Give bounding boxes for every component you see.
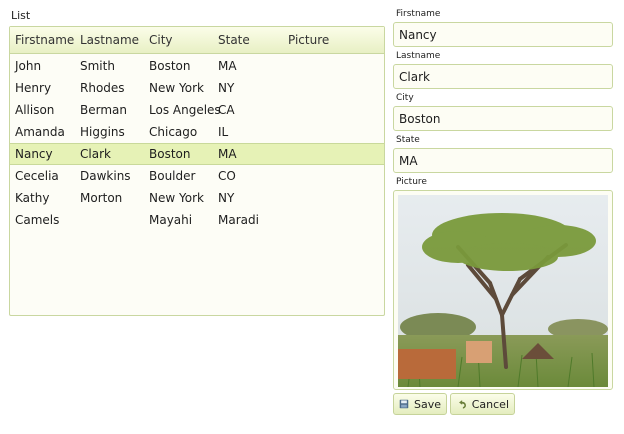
cell-firstname: Cecelia — [15, 169, 59, 183]
cell-firstname: Kathy — [15, 191, 50, 205]
cell-city: Los Angeles — [149, 103, 221, 117]
column-header-lastname[interactable]: Lastname — [80, 33, 149, 47]
cell-city: Boston — [149, 147, 191, 161]
list-title: List — [11, 9, 31, 22]
picture-label: Picture — [396, 177, 427, 187]
cell-state: CA — [218, 103, 235, 117]
cell-firstname: Henry — [15, 81, 52, 95]
save-button[interactable]: Save — [393, 393, 447, 415]
cell-state: NY — [218, 81, 235, 95]
cell-city: Chicago — [149, 125, 198, 139]
cancel-label: Cancel — [471, 397, 509, 411]
table-row[interactable]: Camels Mayahi Maradi — [10, 209, 384, 231]
table-row[interactable]: Henry Rhodes New York NY — [10, 77, 384, 99]
lastname-input[interactable] — [393, 64, 613, 89]
data-grid[interactable]: Firstname Lastname City State Picture Jo… — [9, 26, 385, 316]
cell-city: Boulder — [149, 169, 196, 183]
table-row[interactable]: Amanda Higgins Chicago IL — [10, 121, 384, 143]
cell-firstname: Allison — [15, 103, 55, 117]
cell-city: Boston — [149, 59, 191, 73]
cell-lastname: Dawkins — [80, 169, 131, 183]
column-header-firstname[interactable]: Firstname — [10, 33, 80, 47]
table-row[interactable]: Cecelia Dawkins Boulder CO — [10, 165, 384, 187]
cell-lastname: Morton — [80, 191, 123, 205]
cell-lastname: Clark — [80, 147, 111, 161]
table-row[interactable]: Kathy Morton New York NY — [10, 187, 384, 209]
grid-rows: John Smith Boston MA Henry Rhodes New York NY Al… — [10, 54, 384, 231]
grid-header: Firstname Lastname City State Picture — [10, 27, 384, 54]
state-label: State — [396, 135, 420, 145]
city-label: City — [396, 93, 414, 103]
cell-firstname: John — [15, 59, 42, 73]
table-row[interactable]: Nancy Clark Boston MA — [10, 143, 384, 165]
cell-lastname: Higgins — [80, 125, 125, 139]
column-header-city[interactable]: City — [149, 33, 218, 47]
table-row[interactable]: Allison Berman Los Angeles CA — [10, 99, 384, 121]
table-row[interactable]: John Smith Boston MA — [10, 55, 384, 77]
cell-city: Mayahi — [149, 213, 193, 227]
state-input[interactable] — [393, 148, 613, 173]
column-header-picture[interactable]: Picture — [288, 33, 368, 47]
cell-lastname: Rhodes — [80, 81, 125, 95]
cell-firstname: Amanda — [15, 125, 65, 139]
cancel-button[interactable]: Cancel — [450, 393, 515, 415]
firstname-input[interactable] — [393, 22, 613, 47]
cell-state: MA — [218, 147, 237, 161]
acacia-landscape-picture — [398, 195, 608, 387]
floppy-disk-icon — [399, 399, 409, 409]
picture-frame[interactable] — [393, 190, 613, 390]
cell-lastname: Smith — [80, 59, 115, 73]
cell-state: IL — [218, 125, 229, 139]
cell-state: NY — [218, 191, 235, 205]
cell-firstname: Nancy — [15, 147, 53, 161]
lastname-label: Lastname — [396, 51, 441, 61]
city-input[interactable] — [393, 106, 613, 131]
cell-city: New York — [149, 191, 204, 205]
firstname-label: Firstname — [396, 9, 441, 19]
undo-arrow-icon — [459, 400, 466, 409]
cell-firstname: Camels — [15, 213, 60, 227]
cell-state: MA — [218, 59, 237, 73]
cell-state: Maradi — [218, 213, 259, 227]
cell-state: CO — [218, 169, 236, 183]
cell-lastname: Berman — [80, 103, 127, 117]
column-header-state[interactable]: State — [218, 33, 288, 47]
cell-city: New York — [149, 81, 204, 95]
save-label: Save — [413, 397, 441, 411]
